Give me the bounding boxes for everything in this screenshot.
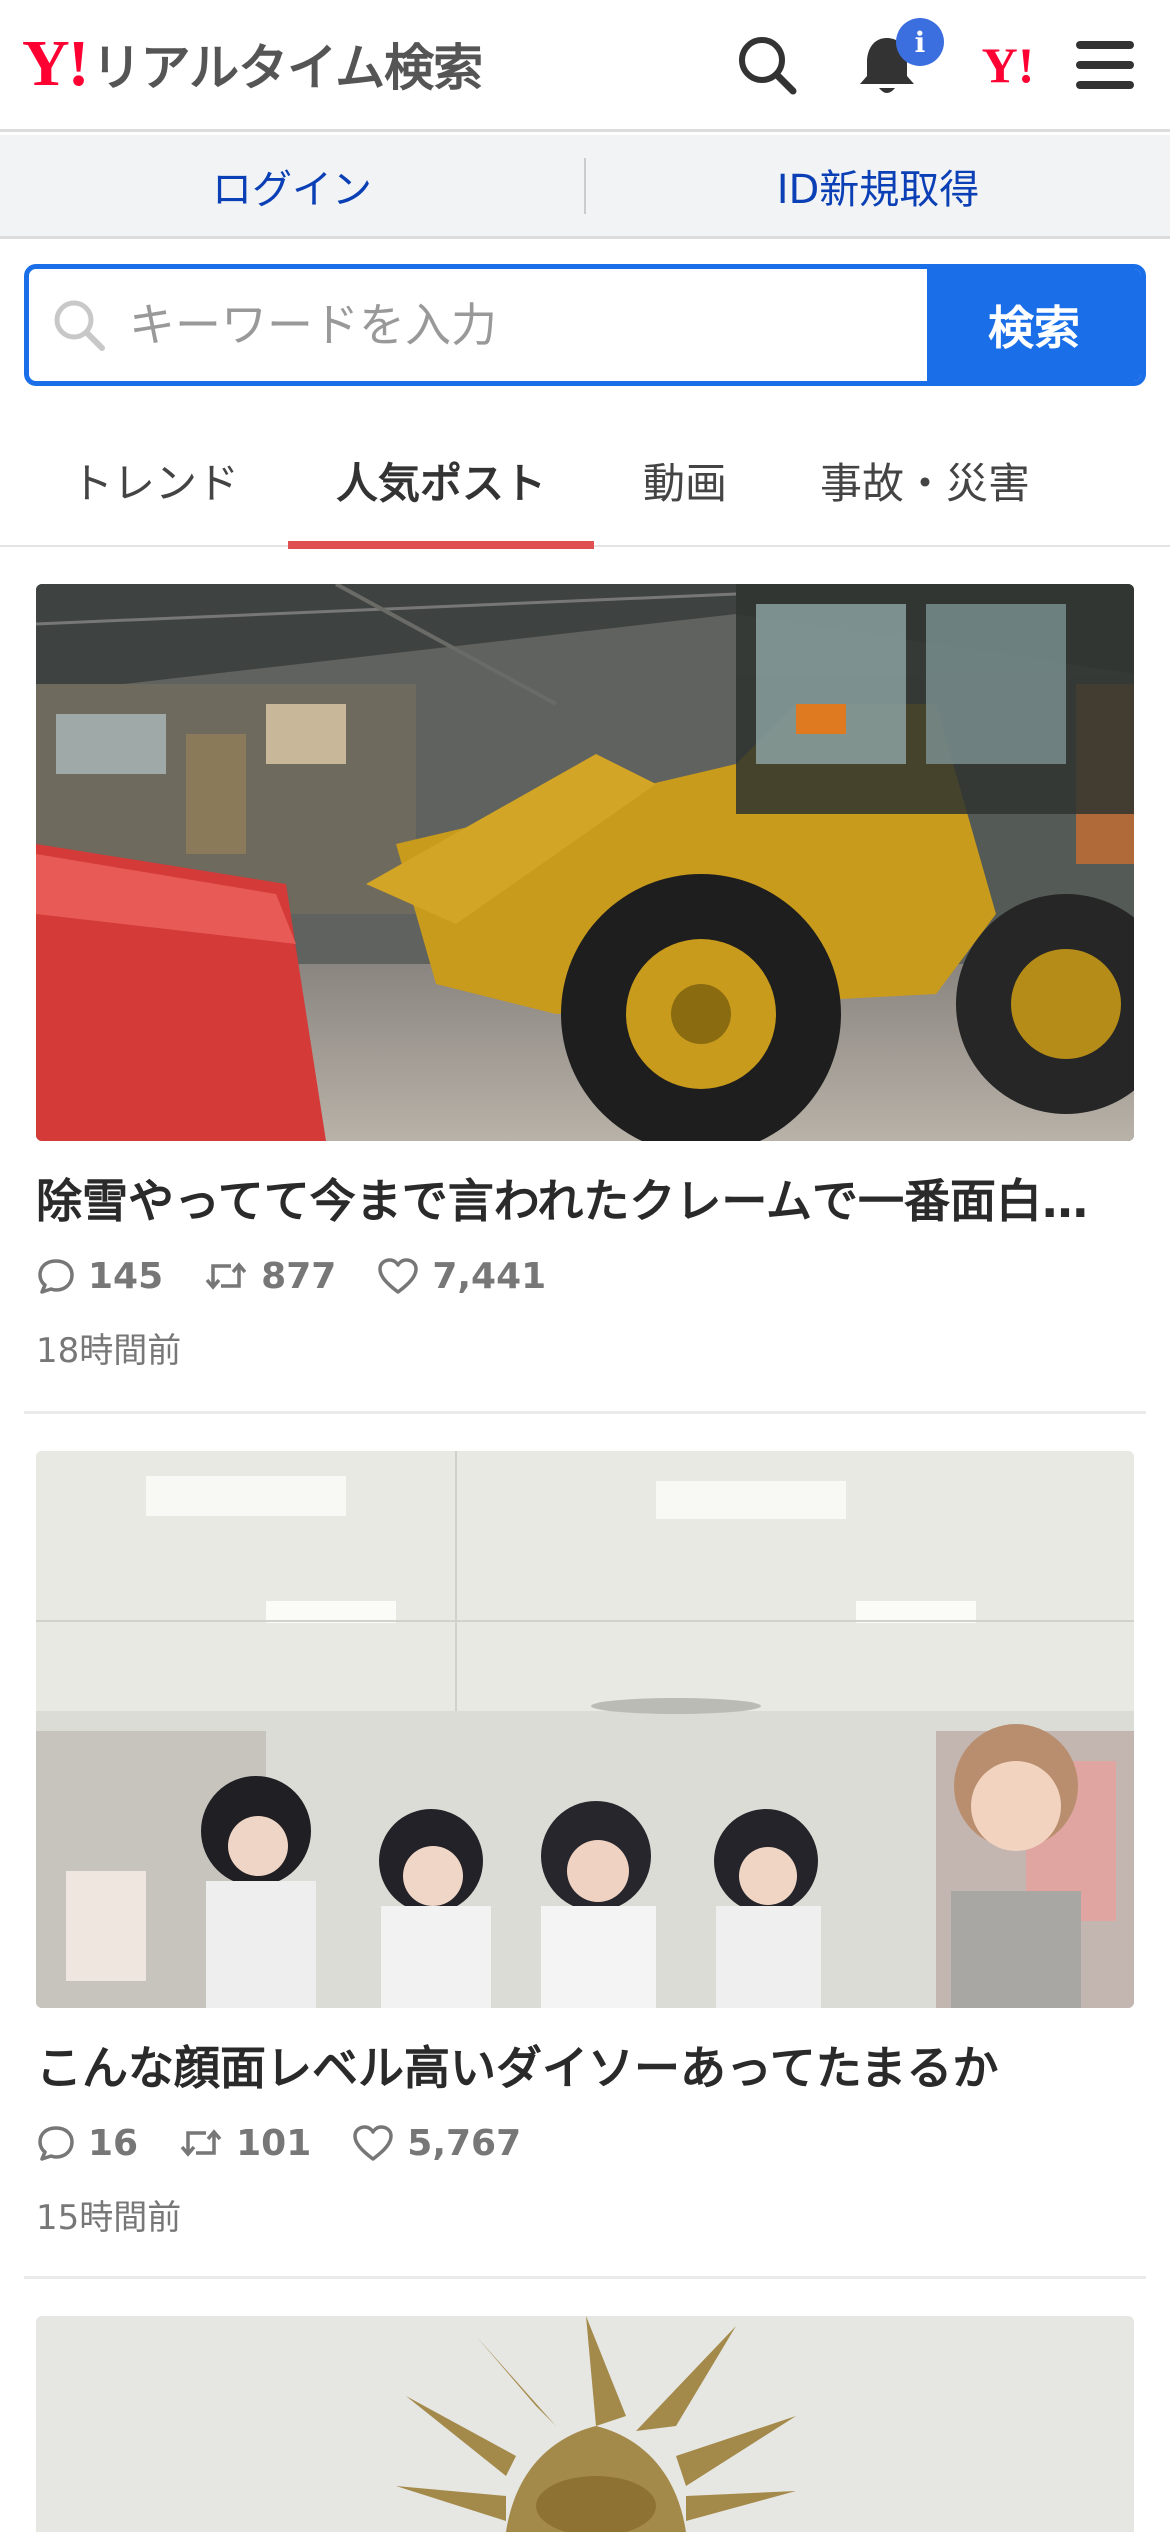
- post-thumbnail[interactable]: [36, 1451, 1134, 2008]
- category-tabs: トレンド 人気ポスト 動画 事故・災害: [0, 414, 1170, 549]
- like-count[interactable]: 5,767: [351, 2123, 521, 2164]
- repost-icon: [205, 1262, 247, 1290]
- post-thumbnail[interactable]: [36, 2316, 1134, 2532]
- post-stats: 145 877 7,441: [36, 1251, 1134, 1301]
- post-thumbnail[interactable]: [36, 584, 1134, 1141]
- signup-link[interactable]: ID新規取得: [586, 157, 1170, 215]
- like-count-value: 7,441: [432, 1255, 547, 1297]
- like-count-value: 5,767: [407, 2122, 522, 2164]
- tab-popular-posts[interactable]: 人気ポスト: [288, 414, 594, 549]
- repost-count[interactable]: 877: [203, 1256, 336, 1297]
- repost-count-value: 877: [261, 1255, 337, 1297]
- heart-icon: [378, 1258, 419, 1294]
- tab-accident-disaster[interactable]: 事故・災害: [790, 414, 1060, 547]
- reply-count[interactable]: 16: [36, 2123, 138, 2164]
- tab-video[interactable]: 動画: [610, 414, 760, 547]
- reply-icon: [38, 2126, 74, 2161]
- post-card[interactable]: 除雪やってて今まで言われたクレームで一番面白いの 145 877 7,441 1…: [36, 584, 1134, 1372]
- search-field-icon: [29, 269, 129, 381]
- login-link[interactable]: ログイン: [0, 157, 584, 215]
- hamburger-menu-icon[interactable]: [1070, 30, 1140, 100]
- yahoo-mark-text: Y!: [981, 37, 1035, 93]
- post-timestamp: 15時間前: [36, 2198, 182, 2238]
- app-header: Y! リアルタイム検索 i Y!: [0, 0, 1170, 132]
- post-card[interactable]: こんな顔面レベル高いダイソーあってたまるか 16 101 5,767 15時間前: [36, 1451, 1134, 2239]
- post-card[interactable]: [36, 2316, 1134, 2532]
- heart-icon: [353, 2125, 394, 2161]
- search-button[interactable]: 検索: [927, 269, 1141, 381]
- repost-count[interactable]: 101: [178, 2123, 311, 2164]
- reply-count[interactable]: 145: [36, 1256, 163, 1297]
- tab-trend[interactable]: トレンド: [40, 414, 270, 547]
- post-stats: 16 101 5,767: [36, 2118, 1134, 2168]
- repost-count-value: 101: [236, 2122, 312, 2164]
- yahoo-realtime-logo[interactable]: Y! リアルタイム検索: [22, 24, 483, 104]
- yahoo-icon[interactable]: Y!: [968, 30, 1048, 100]
- search-box: 検索: [24, 264, 1146, 386]
- account-bar: ログイン ID新規取得: [0, 135, 1170, 239]
- reply-count-value: 16: [88, 2122, 139, 2164]
- post-divider: [24, 2276, 1146, 2279]
- reply-count-value: 145: [88, 1255, 164, 1297]
- post-title[interactable]: こんな顔面レベル高いダイソーあってたまるか: [36, 2032, 1134, 2098]
- like-count[interactable]: 7,441: [376, 1256, 546, 1297]
- reply-icon: [38, 1259, 74, 1294]
- repost-icon: [180, 2129, 222, 2157]
- post-title[interactable]: 除雪やってて今まで言われたクレームで一番面白いの: [36, 1165, 1134, 1231]
- post-timestamp: 18時間前: [36, 1331, 182, 1371]
- search-icon[interactable]: [732, 30, 802, 100]
- logo-text: リアルタイム検索: [91, 39, 483, 97]
- search-input[interactable]: [129, 269, 927, 381]
- notification-badge: i: [896, 18, 944, 66]
- post-divider: [24, 1411, 1146, 1414]
- logo-mark: Y!: [22, 27, 90, 100]
